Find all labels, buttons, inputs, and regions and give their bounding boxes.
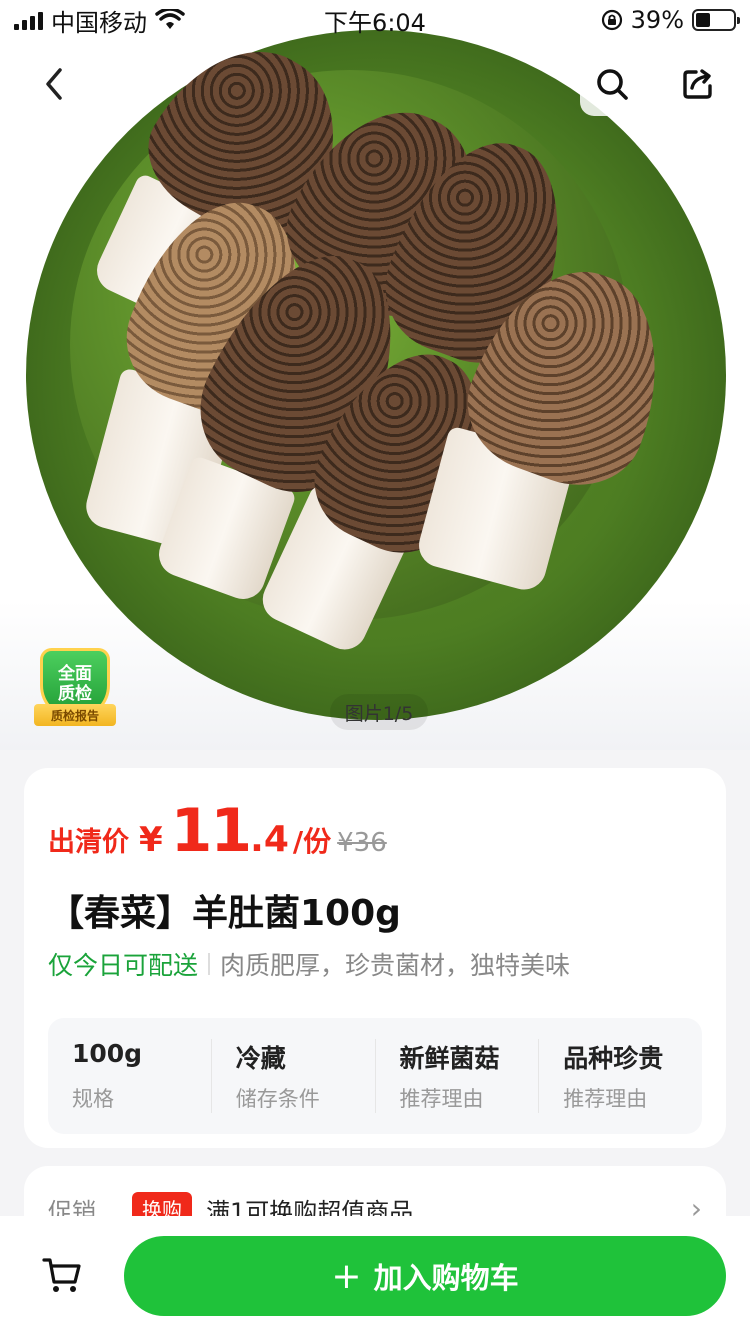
- quality-check-badge[interactable]: 全面 质检 质检报告: [34, 648, 116, 732]
- spec-value: 100g: [72, 1039, 143, 1068]
- add-to-cart-button[interactable]: + 加入购物车: [124, 1236, 726, 1316]
- share-icon: [683, 69, 712, 99]
- spec-label: 储存条件: [235, 1087, 320, 1111]
- cellular-signal-icon: [14, 10, 43, 30]
- divider: [208, 953, 211, 975]
- spec-panel[interactable]: 100g 规格 冷藏 储存条件 新鲜菌菇 推荐理由 品种珍贵 推荐理由: [48, 1018, 702, 1134]
- battery-icon: [692, 9, 740, 31]
- qc-badge-line1: 全面: [58, 664, 92, 684]
- share-button[interactable]: [666, 52, 730, 116]
- delivery-note: 仅今日可配送: [48, 951, 199, 980]
- cart-button[interactable]: [0, 1216, 124, 1334]
- back-button[interactable]: [22, 52, 86, 116]
- qc-report-label: 质检报告: [34, 704, 116, 726]
- bottom-action-bar: + 加入购物车: [0, 1216, 750, 1334]
- carrier-name: 中国移动: [51, 8, 147, 37]
- chevron-left-icon: [46, 68, 62, 100]
- price-currency: ¥: [139, 820, 163, 860]
- cart-icon: [42, 1258, 81, 1292]
- wifi-icon: [155, 9, 185, 29]
- status-time: 下午6:04: [324, 8, 426, 37]
- spec-item: 100g 规格: [48, 1039, 212, 1113]
- price-unit: /份: [292, 825, 332, 858]
- product-title: 【春菜】羊肚菌100g: [48, 893, 401, 934]
- price-integer: 11: [170, 796, 252, 866]
- spec-value: 新鲜菌菇: [399, 1044, 500, 1073]
- original-price: ¥36: [337, 828, 387, 858]
- spec-label: 推荐理由: [563, 1087, 648, 1111]
- price-label: 出清价: [48, 827, 129, 858]
- qc-badge-line2: 质检: [58, 684, 92, 704]
- spec-label: 规格: [72, 1087, 114, 1111]
- search-button[interactable]: [580, 52, 644, 116]
- spec-item: 新鲜菌菇 推荐理由: [376, 1039, 540, 1113]
- orientation-lock-icon: [601, 9, 622, 31]
- search-icon: [597, 69, 628, 100]
- add-to-cart-label: 加入购物车: [373, 1261, 519, 1295]
- price-row: 出清价 ¥ 11 .4 /份 ¥36: [48, 796, 702, 866]
- plus-icon: +: [331, 1255, 362, 1297]
- status-bar: 中国移动 下午6:04 39%: [0, 0, 750, 40]
- product-info-card: 出清价 ¥ 11 .4 /份 ¥36 【春菜】羊肚菌100g 仅今日可配送 肉质…: [24, 768, 726, 1148]
- spec-item: 品种珍贵 推荐理由: [539, 1039, 702, 1113]
- product-description: 肉质肥厚，珍贵菌材，独特美味: [220, 951, 571, 980]
- price-decimal: .4: [250, 819, 289, 860]
- image-counter: 图片1/5: [330, 694, 428, 730]
- spec-item: 冷藏 储存条件: [212, 1039, 376, 1113]
- battery-percent: 39%: [630, 6, 684, 34]
- product-subtitle: 仅今日可配送 肉质肥厚，珍贵菌材，独特美味: [48, 944, 702, 984]
- spec-label: 推荐理由: [399, 1087, 484, 1111]
- spec-value: 品种珍贵: [563, 1044, 664, 1073]
- spec-value: 冷藏: [235, 1044, 286, 1073]
